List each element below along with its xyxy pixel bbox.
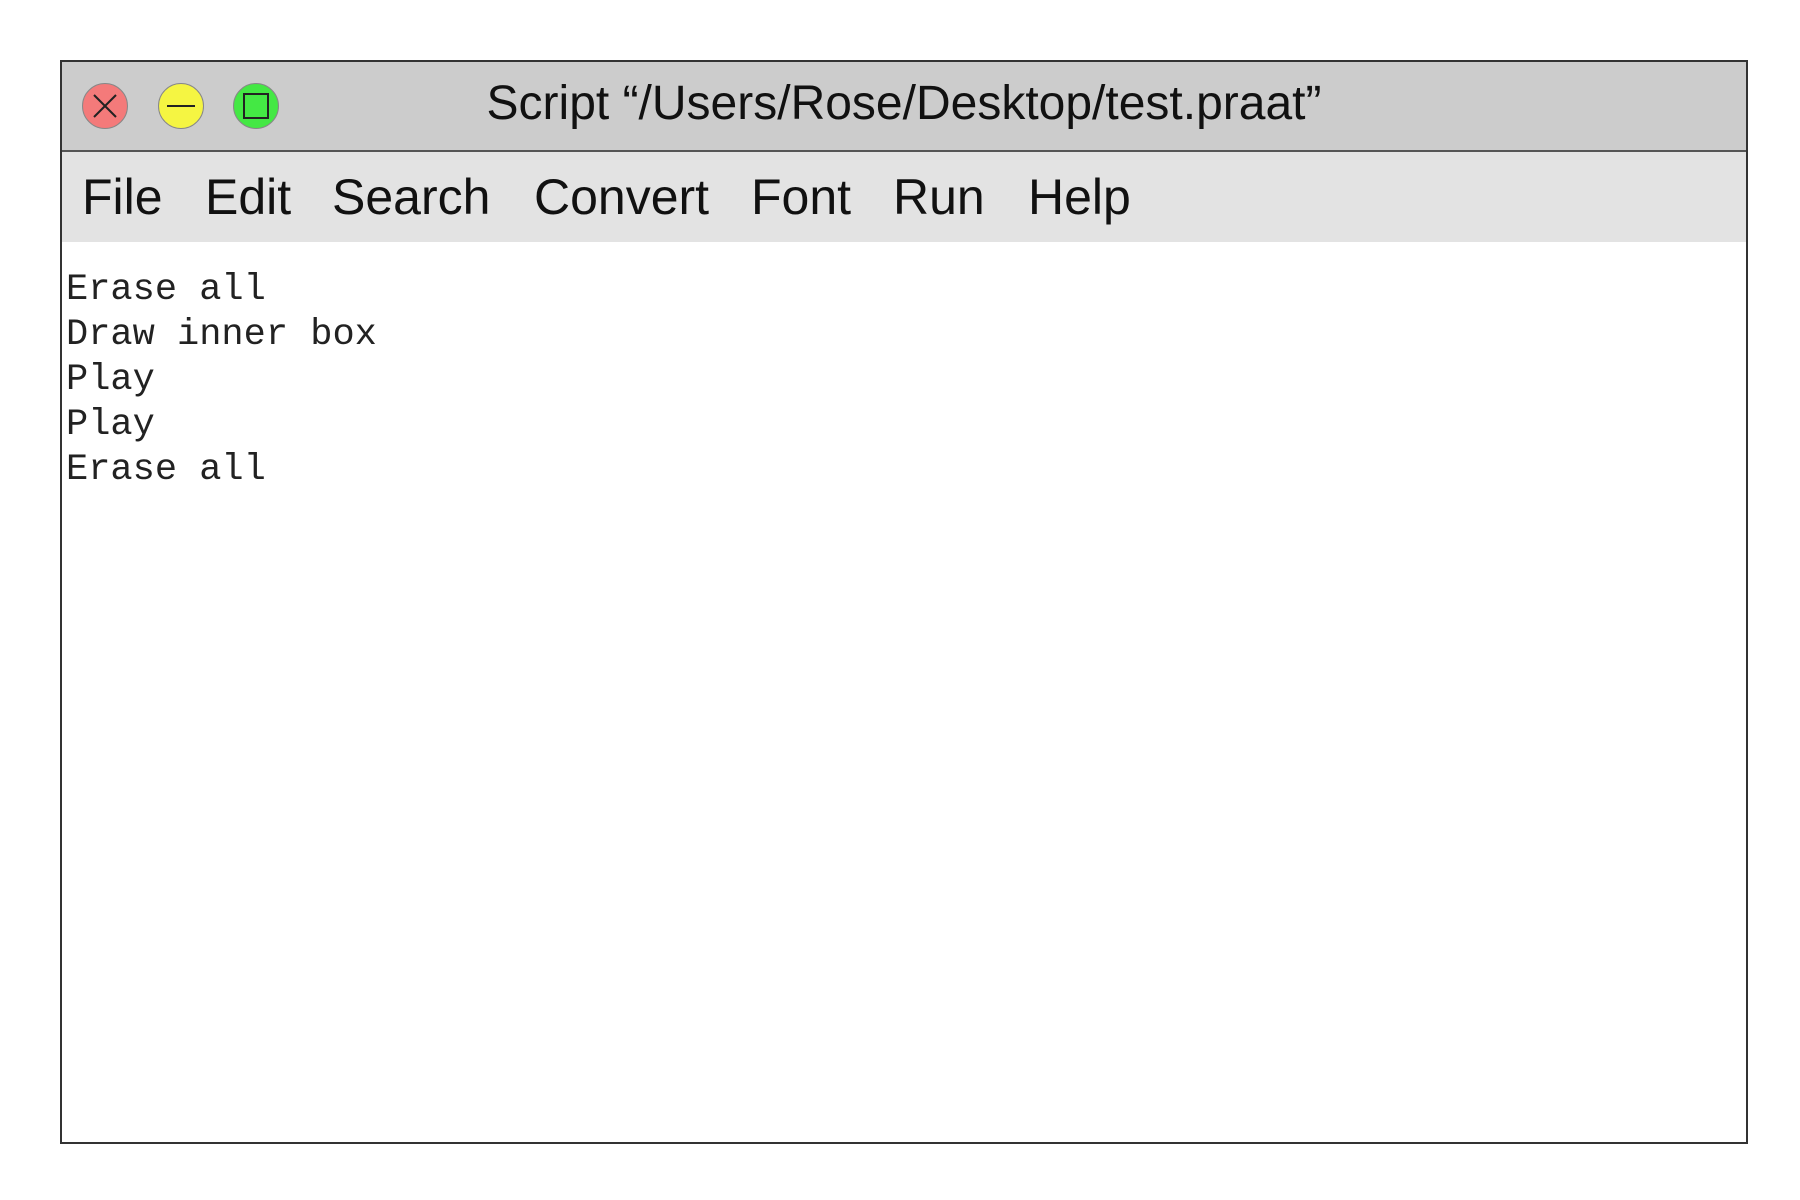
menu-edit[interactable]: Edit	[205, 168, 291, 226]
window-title: Script “/Users/Rose/Desktop/test.praat”	[486, 77, 1322, 130]
menu-search[interactable]: Search	[332, 168, 490, 226]
script-window: Script “/Users/Rose/Desktop/test.praat” …	[60, 60, 1748, 1144]
menu-file[interactable]: File	[82, 168, 163, 226]
script-editor[interactable]: Erase all Draw inner box Play Play Erase…	[62, 242, 1746, 1142]
code-line[interactable]: Draw inner box	[66, 313, 1746, 358]
title-bar[interactable]: Script “/Users/Rose/Desktop/test.praat”	[62, 62, 1746, 152]
code-line[interactable]: Erase all	[66, 268, 1746, 313]
code-line[interactable]: Play	[66, 403, 1746, 448]
menu-font[interactable]: Font	[751, 168, 851, 226]
menu-run[interactable]: Run	[893, 168, 985, 226]
menu-bar: File Edit Search Convert Font Run Help	[62, 152, 1746, 242]
menu-help[interactable]: Help	[1028, 168, 1131, 226]
menu-convert[interactable]: Convert	[534, 168, 709, 226]
code-line[interactable]: Play	[66, 358, 1746, 403]
code-line[interactable]: Erase all	[66, 448, 1746, 493]
